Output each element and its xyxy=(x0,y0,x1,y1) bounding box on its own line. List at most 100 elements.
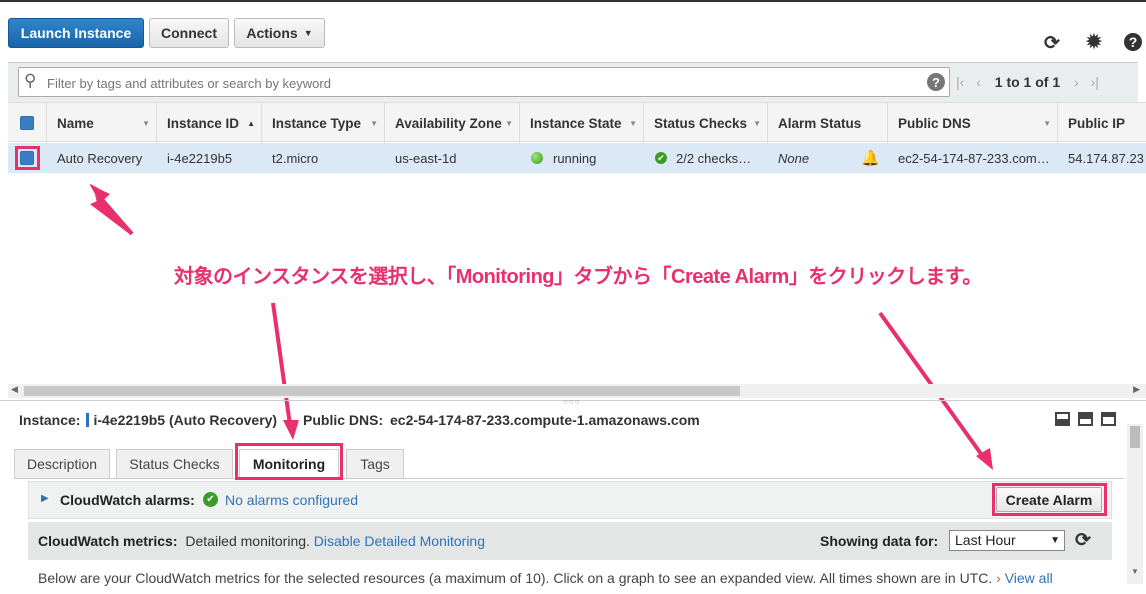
instance-state-text: running xyxy=(553,150,597,166)
alarms-label: CloudWatch alarms: xyxy=(60,492,195,508)
sort-icon: ▼ xyxy=(505,118,513,128)
running-status-icon xyxy=(531,152,543,164)
first-page-icon[interactable]: |‹ xyxy=(956,74,964,90)
instance-value: i-4e2219b5 (Auto Recovery) xyxy=(93,412,278,428)
annotation-text: 対象のインスタンスを選択し、「Monitoring」タブから「Create Al… xyxy=(174,266,982,288)
arrow-shaft-checkbox xyxy=(96,193,134,236)
sort-asc-icon: ▲ xyxy=(247,118,255,128)
cell-instance-state: running xyxy=(531,143,596,173)
layout-top-icon[interactable] xyxy=(1101,412,1116,426)
layout-bottom-icon[interactable] xyxy=(1055,412,1070,426)
column-label: Name xyxy=(57,115,94,131)
search-icon: ⚲ xyxy=(24,71,37,90)
arrow-to-checkbox xyxy=(88,187,135,239)
column-alarm-status[interactable]: Alarm Status xyxy=(767,103,887,143)
highlight-monitoring-tab xyxy=(235,443,343,480)
table-header: Name ▼ Instance ID ▲ Instance Type ▼ Availa… xyxy=(8,102,1146,143)
scroll-left-icon[interactable]: ◀ xyxy=(11,384,18,395)
next-page-icon[interactable]: › xyxy=(1074,74,1079,90)
help-icon[interactable]: ? xyxy=(1124,33,1142,51)
top-border xyxy=(0,0,1146,2)
vertical-scrollbar[interactable]: ▼ xyxy=(1127,424,1143,584)
search-box: ⚲ ? xyxy=(18,67,950,97)
column-instance-state[interactable]: Instance State ▼ xyxy=(519,103,643,143)
tab-description[interactable]: Description xyxy=(14,449,110,478)
search-help-icon[interactable]: ? xyxy=(927,73,945,91)
selection-marker xyxy=(86,413,90,427)
drag-handle-icon[interactable]: ○○○ xyxy=(563,397,581,406)
tab-tags[interactable]: Tags xyxy=(346,449,404,478)
column-instance-type[interactable]: Instance Type ▼ xyxy=(261,103,384,143)
sort-icon: ▼ xyxy=(142,118,150,128)
sort-icon: ▼ xyxy=(629,118,637,128)
actions-label: Actions xyxy=(246,25,298,41)
arrow-to-checkbox-head xyxy=(86,180,109,201)
panel-splitter[interactable]: ○○○ xyxy=(0,397,1146,406)
select-all-checkbox-cell[interactable] xyxy=(8,103,46,143)
search-input[interactable] xyxy=(47,73,907,93)
metrics-note: Below are your CloudWatch metrics for th… xyxy=(38,570,1094,586)
tab-status-checks[interactable]: Status Checks xyxy=(116,449,233,478)
time-range-select[interactable]: Last Hour ▼ xyxy=(949,530,1065,551)
cloudwatch-metrics-bar: CloudWatch metrics: Detailed monitoring.… xyxy=(28,522,1112,560)
last-page-icon[interactable]: ›| xyxy=(1091,74,1099,90)
cell-instance-type: t2.micro xyxy=(272,150,319,166)
scroll-down-icon[interactable]: ▼ xyxy=(1131,567,1139,576)
cell-name: Auto Recovery xyxy=(57,150,143,166)
view-all-link[interactable]: View all xyxy=(1005,570,1053,586)
column-label: Alarm Status xyxy=(778,115,862,131)
tab-divider xyxy=(14,478,1124,479)
refresh-icon[interactable]: ⟳ xyxy=(1044,32,1060,55)
column-label: Instance Type xyxy=(272,115,362,131)
horizontal-scrollbar[interactable]: ◀ ▶ xyxy=(8,384,1146,398)
connect-button[interactable]: Connect xyxy=(149,18,229,48)
sort-icon: ▼ xyxy=(753,118,761,128)
cell-alarm-status: None xyxy=(778,150,810,166)
metrics-note-text: Below are your CloudWatch metrics for th… xyxy=(38,570,993,586)
column-status-checks[interactable]: Status Checks ▼ xyxy=(643,103,767,143)
cell-public-ip: 54.174.87.23 xyxy=(1068,150,1144,166)
column-label: Instance State xyxy=(530,115,622,131)
chevron-down-icon: ▼ xyxy=(303,28,313,38)
check-icon: ✔ xyxy=(655,152,667,164)
showing-label: Showing data for: xyxy=(820,533,939,549)
dns-value: ec2-54-174-87-233.compute-1.amazonaws.co… xyxy=(390,412,700,428)
column-label: Public DNS xyxy=(898,115,971,131)
column-label: Status Checks xyxy=(654,115,748,131)
column-public-ip[interactable]: Public IP xyxy=(1057,103,1146,143)
instance-details-header: Instance: i-4e2219b5 (Auto Recovery) Publ… xyxy=(19,412,700,428)
column-label: Instance ID xyxy=(167,115,240,131)
highlight-row-checkbox xyxy=(15,146,40,170)
launch-instance-button[interactable]: Launch Instance xyxy=(8,18,144,48)
pagination-text: 1 to 1 of 1 xyxy=(994,74,1061,90)
chevron-right-icon: › xyxy=(996,570,1005,586)
scroll-thumb[interactable] xyxy=(24,386,740,396)
column-availability-zone[interactable]: Availability Zone ▼ xyxy=(384,103,519,143)
column-public-dns[interactable]: Public DNS ▼ xyxy=(887,103,1057,143)
vertical-scroll-thumb[interactable] xyxy=(1130,426,1140,448)
instance-label: Instance: xyxy=(19,412,81,428)
refresh-metrics-icon[interactable]: ⟳ xyxy=(1075,529,1091,552)
expand-triangle-icon[interactable]: ▶ xyxy=(41,493,49,504)
check-icon: ✔ xyxy=(203,492,218,507)
actions-button[interactable]: Actions ▼ xyxy=(234,18,325,48)
column-instance-id[interactable]: Instance ID ▲ xyxy=(156,103,261,143)
table-row[interactable]: Auto Recovery i-4e2219b5 t2.micro us-eas… xyxy=(8,143,1146,173)
cell-public-dns: ec2-54-174-87-233.com… xyxy=(898,150,1050,166)
layout-split-icon[interactable] xyxy=(1078,412,1093,426)
sort-icon: ▼ xyxy=(1043,118,1051,128)
dns-label: Public DNS: xyxy=(303,412,384,428)
add-alarm-icon[interactable]: 🔔 xyxy=(861,143,880,173)
metrics-value: Detailed monitoring. xyxy=(185,533,310,549)
prev-page-icon[interactable]: ‹ xyxy=(976,74,981,90)
column-name[interactable]: Name ▼ xyxy=(46,103,156,143)
cell-status-checks: ✔ 2/2 checks… xyxy=(655,143,751,173)
column-label: Availability Zone xyxy=(395,115,502,131)
metrics-info: CloudWatch metrics: Detailed monitoring.… xyxy=(38,533,485,549)
select-all-checkbox[interactable] xyxy=(20,116,34,130)
disable-monitoring-link[interactable]: Disable Detailed Monitoring xyxy=(314,533,485,549)
no-alarms-link[interactable]: No alarms configured xyxy=(225,492,358,508)
gear-icon[interactable]: ✹ xyxy=(1086,31,1102,54)
scroll-right-icon[interactable]: ▶ xyxy=(1133,384,1140,395)
status-checks-text: 2/2 checks… xyxy=(676,150,752,166)
